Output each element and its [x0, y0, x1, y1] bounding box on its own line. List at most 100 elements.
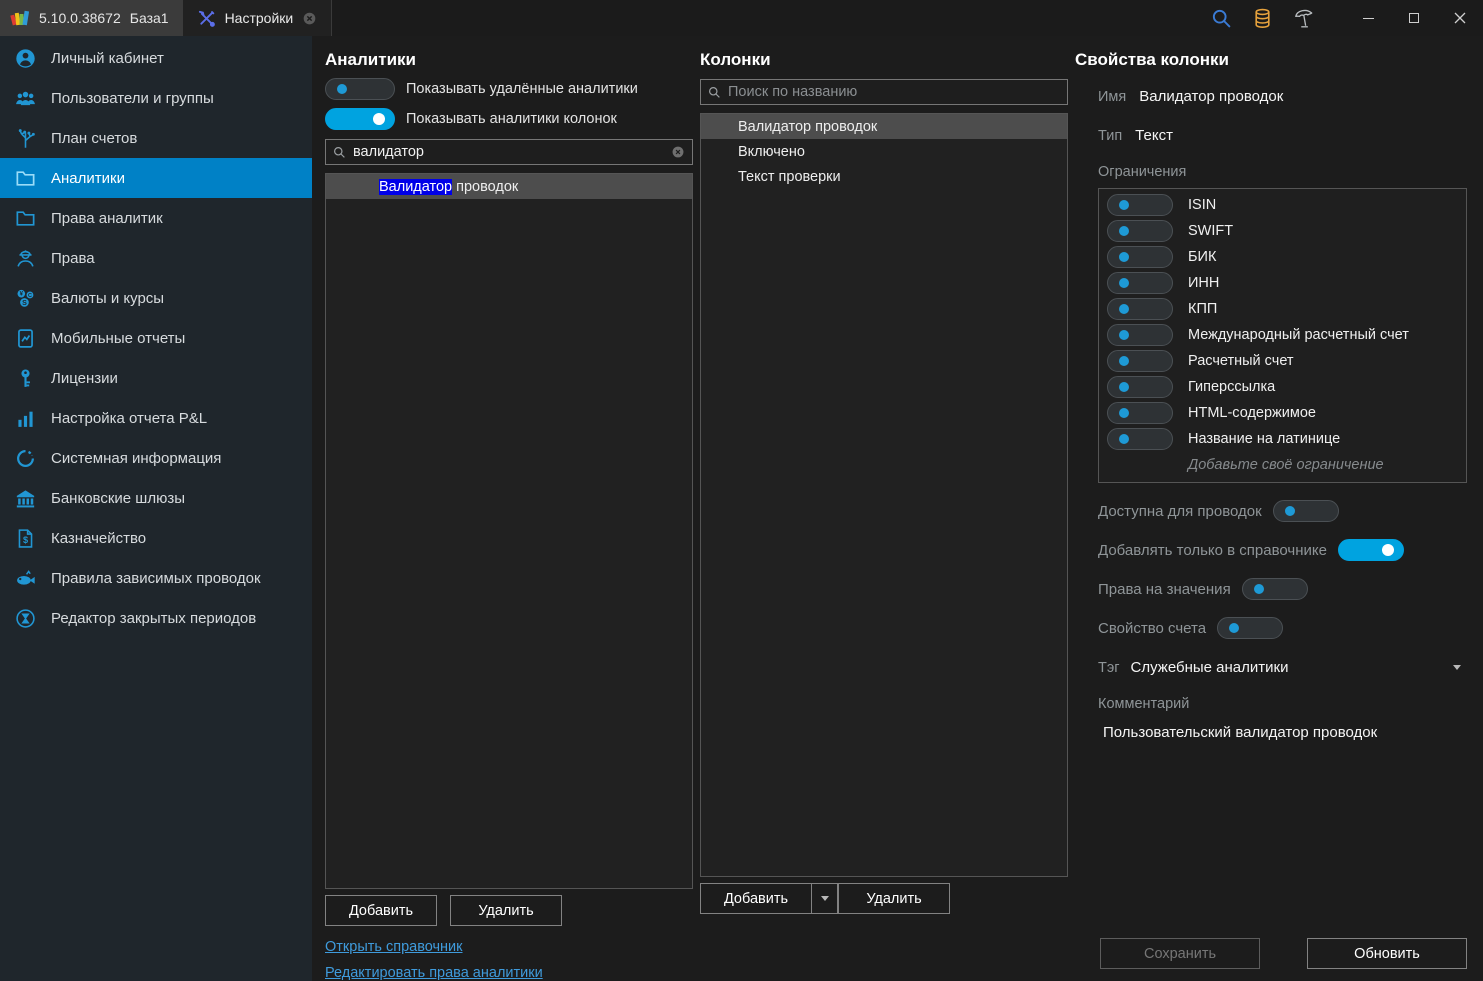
restrictions-rows: ISINSWIFTБИКИННКППМеждународный расчетны…	[1099, 192, 1466, 452]
refresh-button[interactable]: Обновить	[1307, 938, 1467, 969]
tab-close-icon[interactable]	[302, 11, 317, 26]
columns-search-input[interactable]	[728, 84, 1060, 100]
property-switch-row: Добавлять только в справочнике	[1075, 539, 1467, 561]
maximize-button[interactable]	[1391, 0, 1437, 36]
sidebar-item-pl-report[interactable]: Настройка отчета P&L	[0, 398, 312, 438]
tag-label: Тэг	[1098, 660, 1120, 676]
sidebar-item-label: Системная информация	[51, 450, 221, 467]
search-glass-icon	[708, 86, 721, 99]
restriction-toggle[interactable]	[1107, 272, 1173, 294]
restriction-label: Гиперссылка	[1188, 379, 1275, 395]
type-value[interactable]: Текст	[1135, 127, 1173, 144]
analytics-search-input[interactable]	[353, 144, 664, 160]
analytics-delete-button[interactable]: Удалить	[450, 895, 562, 926]
restriction-toggle[interactable]	[1107, 194, 1173, 216]
toggle-dot	[1119, 200, 1129, 210]
property-switch-toggle[interactable]	[1273, 500, 1339, 522]
sidebar-item-mobile-reports[interactable]: Мобильные отчеты	[0, 318, 312, 358]
app-logo-icon	[10, 8, 30, 28]
comment-value[interactable]: Пользовательский валидатор проводок	[1075, 724, 1467, 741]
user-icon	[15, 48, 36, 69]
restriction-toggle[interactable]	[1107, 324, 1173, 346]
sidebar-item-licenses[interactable]: Лицензии	[0, 358, 312, 398]
restriction-toggle[interactable]	[1107, 246, 1173, 268]
restriction-label: SWIFT	[1188, 223, 1233, 239]
sidebar-item-label: План счетов	[51, 130, 137, 147]
toggle-dot	[1119, 434, 1129, 444]
toggle-dot	[1119, 330, 1129, 340]
property-switch-label: Добавлять только в справочнике	[1098, 542, 1327, 559]
property-switches: Доступна для проводок Добавлять только в …	[1075, 483, 1467, 639]
property-switch-row: Доступна для проводок	[1075, 500, 1467, 522]
add-restriction-placeholder[interactable]: Добавьте своё ограничение	[1099, 452, 1466, 478]
database-icon[interactable]	[1252, 8, 1273, 29]
analytics-panel: Аналитики Показывать удалённые аналитики…	[325, 36, 693, 981]
sidebar-item-currencies[interactable]: ¥CSВалюты и курсы	[0, 278, 312, 318]
search-icon[interactable]	[1211, 8, 1232, 29]
close-button[interactable]	[1437, 0, 1483, 36]
folder-icon	[15, 208, 36, 229]
columns-delete-button[interactable]: Удалить	[838, 883, 950, 914]
property-switch-toggle[interactable]	[1338, 539, 1404, 561]
property-switch-row: Права на значения	[1075, 578, 1467, 600]
restriction-label: Международный расчетный счет	[1188, 327, 1409, 343]
sidebar-item-label: Права	[51, 250, 95, 267]
sidebar-item-users-groups[interactable]: Пользователи и группы	[0, 78, 312, 118]
edit-analytics-rights-link[interactable]: Редактировать права аналитики	[325, 965, 543, 981]
sidebar-item-label: Валюты и курсы	[51, 290, 164, 307]
property-switch-label: Доступна для проводок	[1098, 503, 1262, 520]
column-properties-panel: Свойства колонки Имя Валидатор проводок …	[1075, 36, 1467, 981]
sidebar-item-closed-periods[interactable]: Редактор закрытых периодов	[0, 598, 312, 638]
restriction-toggle[interactable]	[1107, 428, 1173, 450]
restriction-toggle[interactable]	[1107, 298, 1173, 320]
minimize-button[interactable]	[1345, 0, 1391, 36]
sidebar-item-rights[interactable]: Права	[0, 238, 312, 278]
name-value[interactable]: Валидатор проводок	[1139, 88, 1283, 105]
sidebar-item-analytics-rights[interactable]: Права аналитик	[0, 198, 312, 238]
toggle-dot	[1229, 623, 1239, 633]
restriction-row: БИК	[1099, 244, 1466, 270]
sidebar-item-treasury[interactable]: $Казначейство	[0, 518, 312, 558]
tag-row[interactable]: Тэг Служебные аналитики	[1075, 659, 1467, 676]
sidebar-item-personal[interactable]: Личный кабинет	[0, 38, 312, 78]
sidebar-item-label: Правила зависимых проводок	[51, 570, 261, 587]
column-list-item[interactable]: Текст проверки	[701, 164, 1067, 189]
tab-settings[interactable]: Настройки	[183, 0, 333, 36]
columns-add-dropdown[interactable]	[812, 883, 838, 914]
column-list-item[interactable]: Включено	[701, 139, 1067, 164]
sidebar-item-system-info[interactable]: Системная информация	[0, 438, 312, 478]
restriction-row: SWIFT	[1099, 218, 1466, 244]
sidebar-item-analytics[interactable]: Аналитики	[0, 158, 312, 198]
umbrella-icon[interactable]	[1293, 7, 1315, 29]
sidebar-item-bank-gateways[interactable]: Банковские шлюзы	[0, 478, 312, 518]
name-label: Имя	[1098, 89, 1126, 105]
tab-label: Настройки	[225, 10, 294, 26]
clear-search-icon[interactable]	[671, 145, 685, 159]
toggle-dot	[1119, 252, 1129, 262]
sidebar-item-dependent-rules[interactable]: Правила зависимых проводок	[0, 558, 312, 598]
column-list-item[interactable]: Валидатор проводок	[701, 114, 1067, 139]
show-column-analytics-toggle[interactable]	[325, 108, 395, 130]
restriction-row: HTML-содержимое	[1099, 400, 1466, 426]
restriction-toggle[interactable]	[1107, 350, 1173, 372]
show-deleted-analytics-toggle[interactable]	[325, 78, 395, 100]
open-dictionary-link[interactable]: Открыть справочник	[325, 939, 463, 955]
analytics-add-button[interactable]: Добавить	[325, 895, 437, 926]
restriction-toggle[interactable]	[1107, 220, 1173, 242]
tag-value: Служебные аналитики	[1131, 659, 1289, 676]
columns-add-button[interactable]: Добавить	[700, 883, 812, 914]
restriction-toggle[interactable]	[1107, 402, 1173, 424]
toggle-dot	[1119, 304, 1129, 314]
key-icon	[15, 368, 36, 389]
fish-icon	[15, 568, 36, 589]
search-glass-icon	[333, 146, 346, 159]
restriction-toggle[interactable]	[1107, 376, 1173, 398]
analytics-list-item[interactable]: Валидатор проводок	[326, 174, 692, 199]
save-button[interactable]: Сохранить	[1100, 938, 1260, 969]
app-section: 5.10.0.38672 База1	[0, 0, 183, 36]
restriction-label: Расчетный счет	[1188, 353, 1294, 369]
property-switch-toggle[interactable]	[1242, 578, 1308, 600]
sidebar-item-chart-of-accounts[interactable]: План счетов	[0, 118, 312, 158]
property-switch-toggle[interactable]	[1217, 617, 1283, 639]
analytics-search	[325, 139, 693, 165]
